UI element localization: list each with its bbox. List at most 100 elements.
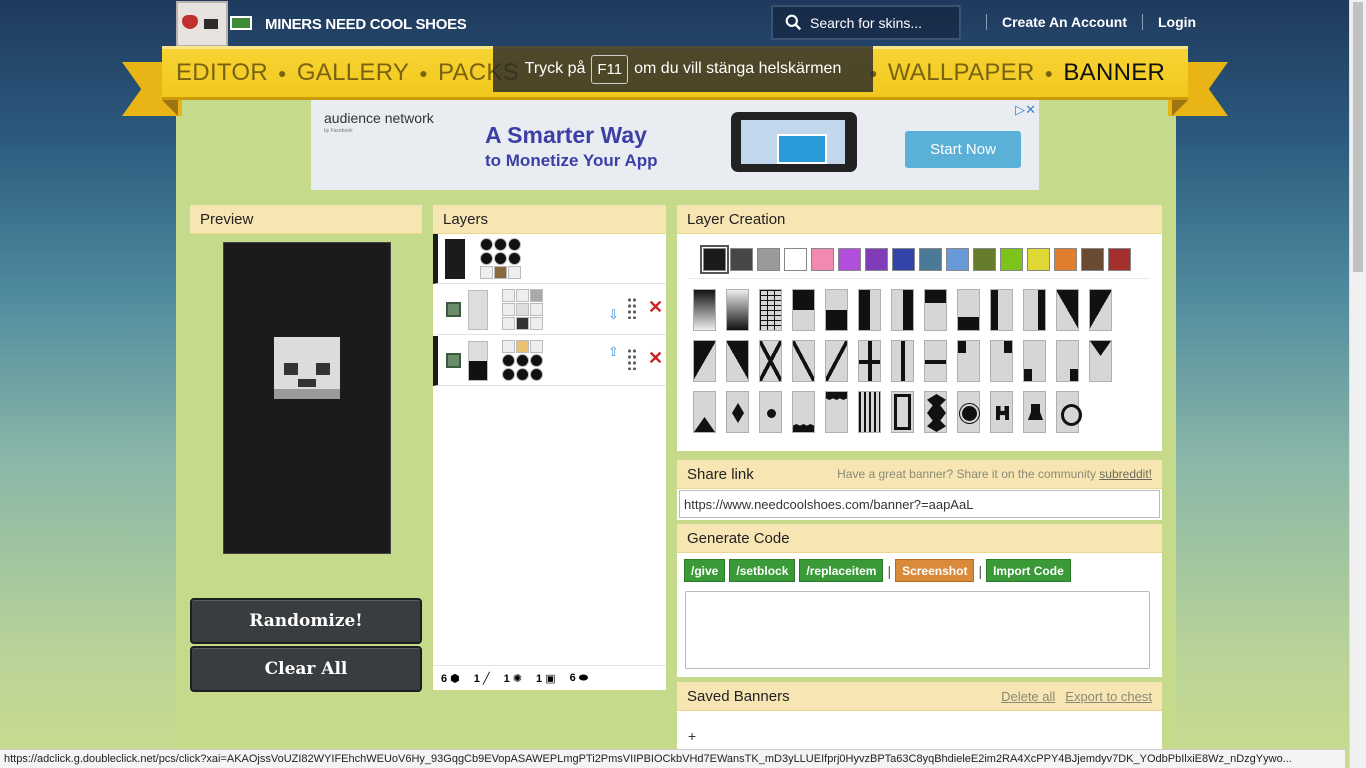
scrollbar-thumb[interactable] xyxy=(1353,2,1363,272)
color-swatch-10[interactable] xyxy=(946,248,969,271)
count-skull: 1 ▣ xyxy=(536,672,556,685)
pattern-right-half-icon[interactable] xyxy=(891,289,914,331)
color-swatch-9[interactable] xyxy=(919,248,942,271)
delete-layer-icon[interactable]: ✕ xyxy=(648,297,663,318)
color-swatch-8[interactable] xyxy=(892,248,915,271)
color-swatch-6[interactable] xyxy=(838,248,861,271)
count-wool-value: 1 xyxy=(503,672,510,685)
divider xyxy=(689,278,1149,279)
color-swatch-14[interactable] xyxy=(1054,248,1077,271)
pattern-center-stripe-icon[interactable] xyxy=(891,340,914,382)
ad-banner[interactable]: audience network by Facebook A Smarter Wa… xyxy=(311,100,1039,190)
clear-all-button[interactable]: Clear All xyxy=(190,646,422,692)
pattern-top-left-square-icon[interactable] xyxy=(957,340,980,382)
color-swatch-1[interactable] xyxy=(700,245,729,274)
color-swatch-15[interactable] xyxy=(1081,248,1104,271)
pattern-straight-cross-icon[interactable] xyxy=(858,340,881,382)
move-up-icon[interactable]: ⇧ xyxy=(608,344,619,360)
pattern-diagonal-right-icon[interactable] xyxy=(1056,289,1079,331)
pattern-top-right-square-icon[interactable] xyxy=(990,340,1013,382)
banner-preview xyxy=(223,242,391,554)
pattern-bottom-left-square-icon[interactable] xyxy=(1023,340,1046,382)
pattern-diagonal-left-icon[interactable] xyxy=(1089,289,1112,331)
pattern-left-half-icon[interactable] xyxy=(858,289,881,331)
pattern-rhombus-icon[interactable] xyxy=(726,391,749,433)
share-url-input[interactable]: https://www.needcoolshoes.com/banner?=aa… xyxy=(679,490,1160,518)
pattern-border-icon[interactable] xyxy=(891,391,914,433)
pattern-top-stripe-icon[interactable] xyxy=(924,289,947,331)
nav-editor[interactable]: EDITOR xyxy=(176,59,268,87)
layer-recipe-icon xyxy=(502,340,543,381)
give-button[interactable]: /give xyxy=(684,559,726,582)
pattern-flower-icon[interactable] xyxy=(957,391,980,433)
color-swatch-4[interactable] xyxy=(784,248,807,271)
pattern-small-stripes-icon[interactable] xyxy=(858,391,881,433)
color-swatch-2[interactable] xyxy=(730,248,753,271)
pattern-diagonal-up-left-icon[interactable] xyxy=(693,340,716,382)
pattern-middle-stripe-icon[interactable] xyxy=(924,340,947,382)
pattern-down-right-stripe-icon[interactable] xyxy=(792,340,815,382)
drag-handle-icon[interactable] xyxy=(627,348,637,370)
subreddit-link[interactable]: subreddit! xyxy=(1099,467,1152,481)
replaceitem-button[interactable]: /replaceitem xyxy=(799,559,884,582)
pattern-cross-icon[interactable] xyxy=(759,340,782,382)
count-dye: 6 ⬬ xyxy=(569,671,589,684)
nav-separator: ● xyxy=(419,65,428,81)
pattern-top-triangle-icon[interactable] xyxy=(1089,340,1112,382)
nav-banner[interactable]: BANNER xyxy=(1063,59,1165,87)
color-swatch-7[interactable] xyxy=(865,248,888,271)
color-swatch-13[interactable] xyxy=(1027,248,1050,271)
ad-start-now-button[interactable]: Start Now xyxy=(905,131,1021,168)
pattern-circle-icon[interactable] xyxy=(759,391,782,433)
site-logo[interactable] xyxy=(176,0,256,48)
ad-subheadline: to Monetize Your App xyxy=(485,151,658,170)
pattern-bottom-half-icon[interactable] xyxy=(825,289,848,331)
drag-handle-icon[interactable] xyxy=(627,297,637,319)
import-code-button[interactable]: Import Code xyxy=(986,559,1071,582)
page-scrollbar[interactable] xyxy=(1349,0,1366,768)
layer-row-skull[interactable]: ⇩ ✕ xyxy=(433,285,666,335)
logo-skull-icon xyxy=(176,1,228,47)
randomize-button[interactable]: Randomize! xyxy=(190,598,422,644)
nav-gallery[interactable]: GALLERY xyxy=(297,59,409,87)
color-swatch-3[interactable] xyxy=(757,248,780,271)
pattern-top-half-icon[interactable] xyxy=(792,289,815,331)
pattern-bottom-indented-icon[interactable] xyxy=(792,391,815,433)
pattern-diagonal-up-right-icon[interactable] xyxy=(726,340,749,382)
color-swatch-5[interactable] xyxy=(811,248,834,271)
setblock-button[interactable]: /setblock xyxy=(729,559,796,582)
pattern-right-stripe-icon[interactable] xyxy=(1023,289,1046,331)
ad-choices-icon[interactable]: ▷✕ xyxy=(1015,102,1036,118)
export-to-chest-link[interactable]: Export to chest xyxy=(1065,689,1152,704)
pattern-bottom-stripe-icon[interactable] xyxy=(957,289,980,331)
layer-row-half[interactable]: ⇧ ✕ xyxy=(433,336,666,386)
pattern-creeper-icon[interactable] xyxy=(990,391,1013,433)
create-account-link[interactable]: Create An Account xyxy=(986,14,1142,30)
pattern-curly-border-icon[interactable] xyxy=(924,391,947,433)
pattern-left-stripe-icon[interactable] xyxy=(990,289,1013,331)
color-swatch-16[interactable] xyxy=(1108,248,1131,271)
pattern-bottom-triangle-icon[interactable] xyxy=(693,391,716,433)
move-down-icon[interactable]: ⇩ xyxy=(608,307,619,323)
code-textarea[interactable] xyxy=(685,591,1150,669)
pattern-down-left-stripe-icon[interactable] xyxy=(825,340,848,382)
pattern-gradient-icon[interactable] xyxy=(693,289,716,331)
delete-all-link[interactable]: Delete all xyxy=(1001,689,1055,704)
login-link[interactable]: Login xyxy=(1141,14,1211,30)
site-name[interactable]: MINERS NEED COOL SHOES xyxy=(265,16,467,33)
pattern-mojang-icon[interactable] xyxy=(1056,391,1082,433)
color-swatch-11[interactable] xyxy=(973,248,996,271)
nav-wallpaper[interactable]: WALLPAPER xyxy=(888,59,1035,87)
layer-row-base[interactable] xyxy=(433,234,666,284)
search-input[interactable]: Search for skins... xyxy=(771,5,961,40)
delete-layer-icon[interactable]: ✕ xyxy=(648,348,663,369)
layer-creation-title: Layer Creation xyxy=(677,205,1162,234)
pattern-bricks-icon[interactable] xyxy=(759,289,782,331)
color-swatch-12[interactable] xyxy=(1000,248,1023,271)
screenshot-button[interactable]: Screenshot xyxy=(895,559,975,582)
pattern-top-indented-icon[interactable] xyxy=(825,391,848,433)
pattern-bottom-right-square-icon[interactable] xyxy=(1056,340,1079,382)
pattern-gradient-up-icon[interactable] xyxy=(726,289,749,331)
pattern-skull-icon[interactable] xyxy=(1023,391,1046,433)
add-saved-banner-button[interactable]: + xyxy=(688,728,696,744)
